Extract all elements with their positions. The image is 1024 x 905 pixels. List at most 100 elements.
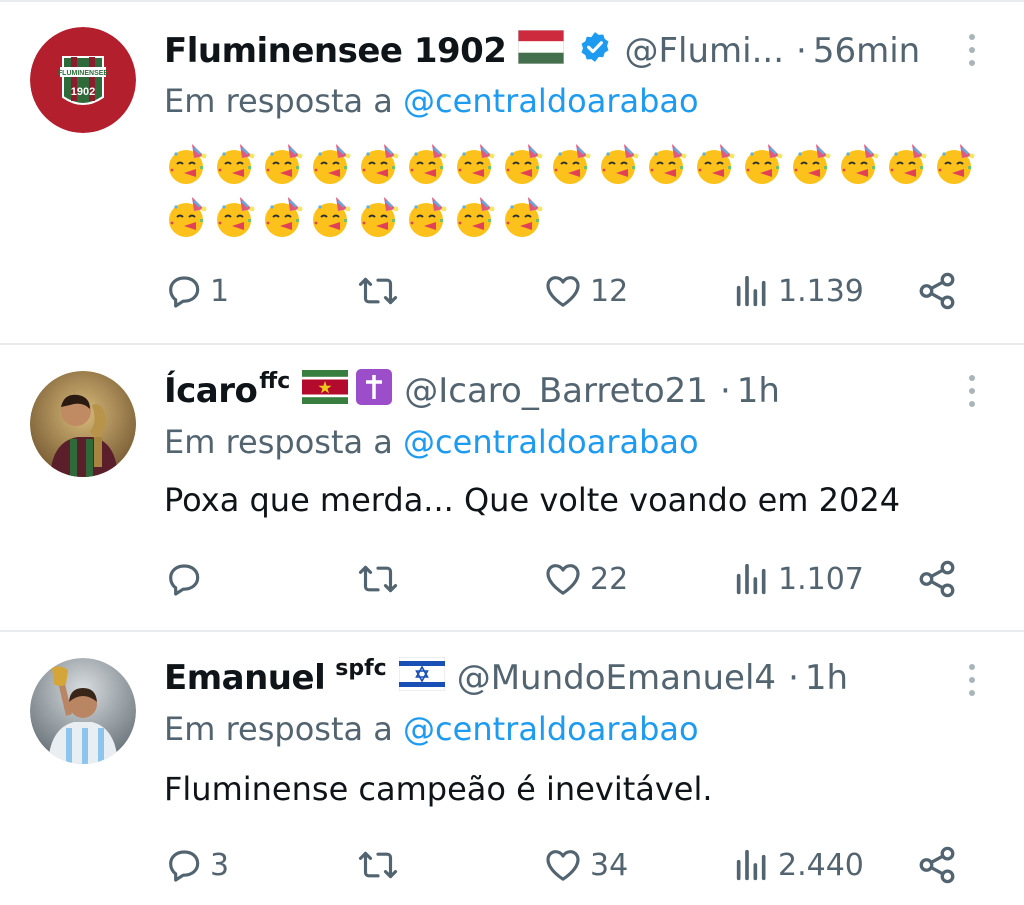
hungary-flag-icon xyxy=(517,29,565,73)
partying-face-icon xyxy=(361,144,399,184)
partying-face-icon xyxy=(265,144,303,184)
partying-face-icon xyxy=(169,197,207,237)
partying-face-icon xyxy=(793,144,831,184)
share-icon xyxy=(919,560,955,598)
retweet-button[interactable] xyxy=(356,554,406,604)
share-icon xyxy=(919,846,955,884)
mention-link[interactable]: @centraldoarabao xyxy=(403,710,699,748)
partying-face-icon xyxy=(649,144,687,184)
partying-face-icon xyxy=(457,144,495,184)
timestamp[interactable]: 1h xyxy=(805,658,848,698)
name-suffix: ffc xyxy=(259,368,291,394)
tweet-header: Emanuel spfc @MundoEmanuel4 · 1h xyxy=(164,654,848,702)
views-button[interactable]: 1.107 xyxy=(732,554,864,604)
like-icon xyxy=(546,564,580,595)
like-button[interactable]: 22 xyxy=(542,554,628,604)
avatar[interactable] xyxy=(30,658,136,764)
emoji-row xyxy=(164,193,548,241)
action-bar: 22 1.107 xyxy=(0,554,1024,604)
share-button[interactable] xyxy=(916,840,958,890)
israel-flag-icon xyxy=(398,656,446,700)
partying-face-icon xyxy=(697,144,735,184)
separator: · xyxy=(796,31,807,71)
partying-face-icon xyxy=(217,197,255,237)
more-icon[interactable] xyxy=(962,34,982,74)
name-suffix: spfc xyxy=(335,655,387,681)
like-icon xyxy=(546,850,580,881)
like-count: 22 xyxy=(590,561,629,597)
tweet-text: Fluminense campeão é inevitável. xyxy=(164,770,713,808)
reply-icon xyxy=(169,276,200,308)
partying-face-icon xyxy=(457,197,495,237)
partying-face-icon xyxy=(313,144,351,184)
share-button[interactable] xyxy=(916,266,958,316)
action-bar: 3 34 2.440 xyxy=(0,840,1024,890)
partying-face-icon xyxy=(169,144,207,184)
tweet[interactable]: Emanuel spfc @MundoEmanuel4 · 1h Em respo… xyxy=(0,632,1024,905)
reply-prefix: Em resposta a xyxy=(164,710,393,748)
retweet-icon xyxy=(358,565,398,593)
like-button[interactable]: 34 xyxy=(542,840,628,890)
avatar[interactable] xyxy=(30,371,136,477)
partying-face-icon xyxy=(745,144,783,184)
reply-icon xyxy=(169,564,200,596)
partying-face-icon xyxy=(553,144,591,184)
tweet-header: Ícaro ffc @Icaro_Barreto21 · 1h xyxy=(164,367,780,415)
partying-face-icon xyxy=(601,144,639,184)
views-button[interactable]: 2.440 xyxy=(732,840,864,890)
handle[interactable]: @MundoEmanuel4 xyxy=(457,658,776,698)
views-button[interactable]: 1.139 xyxy=(732,266,864,316)
partying-face-icon xyxy=(505,197,543,237)
display-name[interactable]: Fluminensee 1902 xyxy=(164,31,507,71)
share-icon xyxy=(919,272,955,310)
verified-icon xyxy=(578,30,612,73)
retweet-button[interactable] xyxy=(356,840,406,890)
reply-context: Em resposta a @centraldoarabao xyxy=(164,710,699,748)
views-icon xyxy=(736,275,766,307)
more-icon[interactable] xyxy=(962,664,982,704)
action-bar: 1 12 1.139 xyxy=(0,266,1024,316)
reply-button[interactable]: 1 xyxy=(164,266,229,316)
reply-context: Em resposta a @centraldoarabao xyxy=(164,423,699,461)
handle[interactable]: @Icaro_Barreto21 xyxy=(404,371,708,411)
reply-prefix: Em resposta a xyxy=(164,423,393,461)
tweet[interactable]: Ícaro ffc @Icaro_Barreto21 · 1h Em respos… xyxy=(0,345,1024,630)
retweet-icon xyxy=(358,277,398,305)
partying-face-icon xyxy=(361,197,399,237)
view-count: 1.139 xyxy=(778,273,864,309)
display-name[interactable]: Ícaro xyxy=(164,371,258,411)
like-count: 12 xyxy=(590,273,629,309)
views-icon xyxy=(736,849,766,881)
view-count: 2.440 xyxy=(778,847,864,883)
suriname-flag-icon xyxy=(302,369,349,413)
svg-text:1902: 1902 xyxy=(71,86,95,98)
share-button[interactable] xyxy=(916,554,958,604)
timestamp[interactable]: 56min xyxy=(813,31,920,71)
tweet-text: Poxa que merda... Que volte voando em 20… xyxy=(164,481,901,519)
svg-text:FLUMINENSEE: FLUMINENSEE xyxy=(58,70,109,77)
retweet-icon xyxy=(358,851,398,879)
like-button[interactable]: 12 xyxy=(542,266,628,316)
view-count: 1.107 xyxy=(778,561,864,597)
retweet-button[interactable] xyxy=(356,266,406,316)
tweet[interactable]: FLUMINENSEE 1902 Fluminensee 1902 @Flumi… xyxy=(0,0,1024,343)
avatar[interactable]: FLUMINENSEE 1902 xyxy=(30,27,136,133)
partying-face-icon xyxy=(409,197,447,237)
views-icon xyxy=(736,563,766,595)
timestamp[interactable]: 1h xyxy=(737,371,780,411)
partying-face-icon xyxy=(313,197,351,237)
display-name[interactable]: Emanuel xyxy=(164,658,326,698)
like-icon xyxy=(546,276,580,307)
like-count: 34 xyxy=(590,847,629,883)
more-icon[interactable] xyxy=(962,375,982,415)
partying-face-icon xyxy=(937,144,975,184)
reply-context: Em resposta a @centraldoarabao xyxy=(164,82,699,120)
reply-button[interactable] xyxy=(164,554,210,604)
mention-link[interactable]: @centraldoarabao xyxy=(403,82,699,120)
mention-link[interactable]: @centraldoarabao xyxy=(403,423,699,461)
reply-count: 3 xyxy=(210,847,230,883)
partying-face-icon xyxy=(841,144,879,184)
separator: · xyxy=(719,371,731,411)
reply-button[interactable]: 3 xyxy=(164,840,229,890)
handle[interactable]: @Flumi... xyxy=(624,31,784,71)
